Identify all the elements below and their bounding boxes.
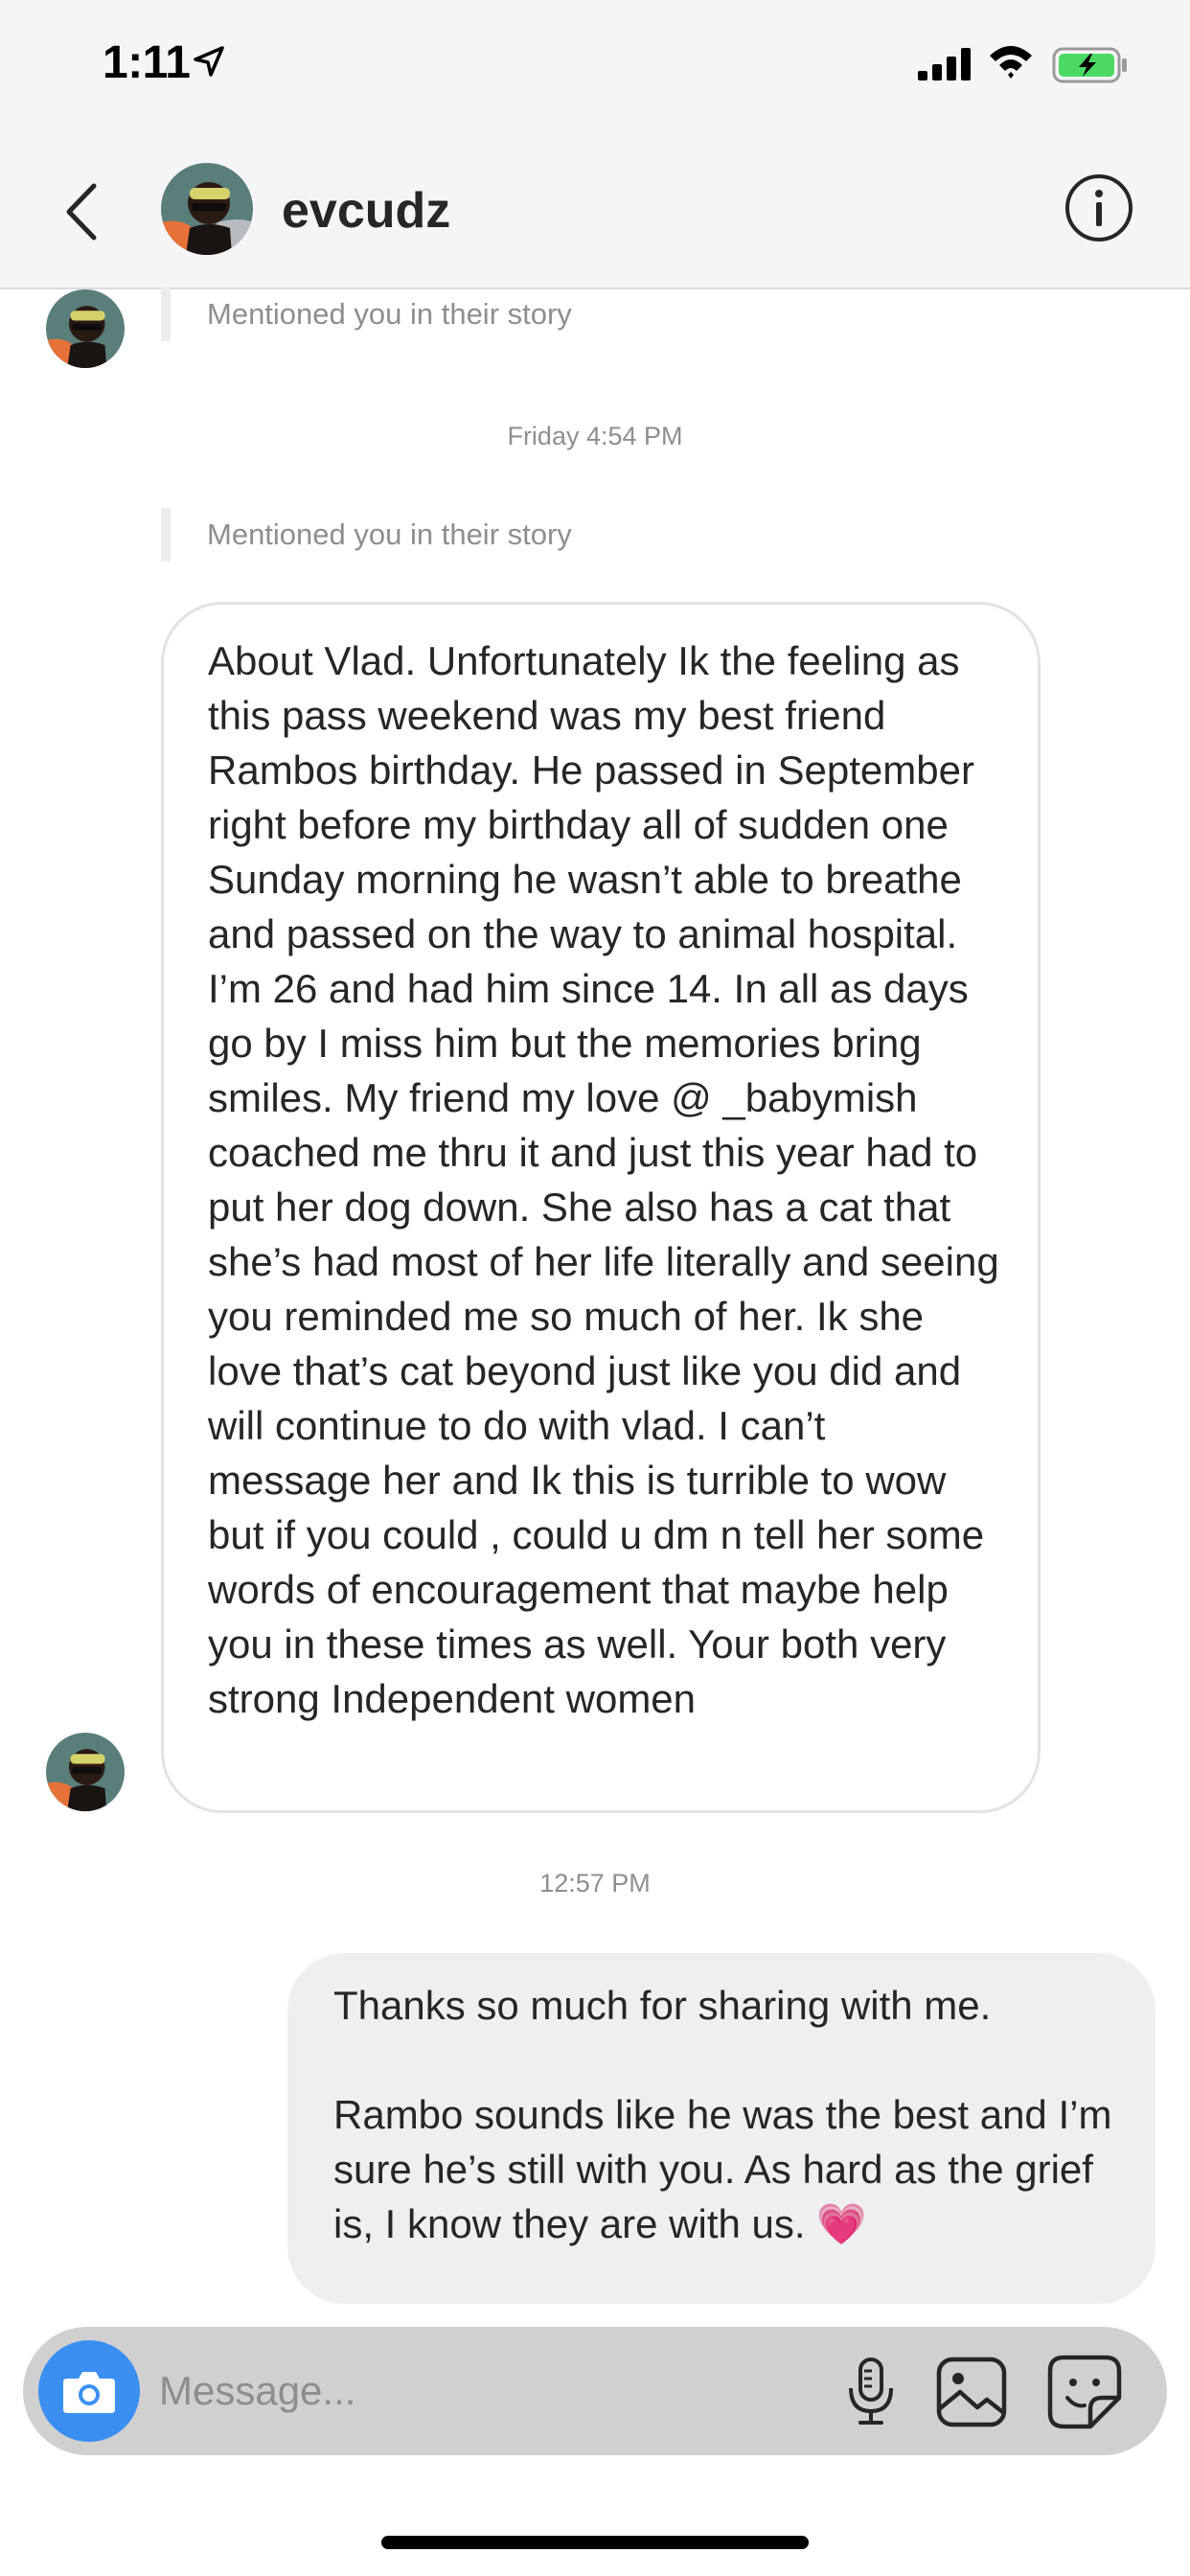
sticker-icon[interactable]: [1046, 2354, 1123, 2430]
chat-header: evcudz: [0, 134, 1190, 289]
timestamp: 12:57 PM: [539, 1869, 651, 1898]
camera-icon: [63, 2372, 115, 2413]
microphone-icon[interactable]: [837, 2356, 904, 2428]
home-indicator[interactable]: [381, 2536, 809, 2549]
timestamp: Friday 4:54 PM: [507, 422, 683, 450]
gallery-icon[interactable]: [935, 2356, 1008, 2428]
header-avatar[interactable]: [161, 163, 253, 255]
status-bar: 1:11: [0, 0, 1190, 134]
sender-avatar[interactable]: [46, 1733, 125, 1811]
outgoing-message-bubble[interactable]: Thanks so much for sharing with me. Ramb…: [287, 1953, 1156, 2304]
incoming-message-bubble[interactable]: About Vlad. Unfortunately Ik the feeling…: [161, 602, 1041, 1813]
wifi-icon: [990, 46, 1032, 79]
sender-avatar[interactable]: [46, 289, 125, 368]
username[interactable]: evcudz: [282, 182, 450, 240]
message-input[interactable]: [159, 2356, 791, 2426]
outgoing-message-text: Thanks so much for sharing with me. Ramb…: [333, 1983, 1112, 2246]
story-mention[interactable]: Mentioned you in their story: [161, 508, 572, 562]
status-time: 1:11: [103, 37, 191, 88]
cellular-signal-icon: [918, 48, 971, 80]
message-composer: [23, 2327, 1167, 2455]
heart-emoji: 💗: [816, 2201, 867, 2246]
camera-button[interactable]: [38, 2340, 140, 2442]
story-mention[interactable]: Mentioned you in their story: [161, 288, 572, 341]
battery-charging-icon: [1052, 47, 1127, 83]
back-chevron-icon[interactable]: [57, 178, 105, 245]
location-arrow-icon: [194, 46, 224, 77]
info-icon[interactable]: [1064, 172, 1134, 243]
